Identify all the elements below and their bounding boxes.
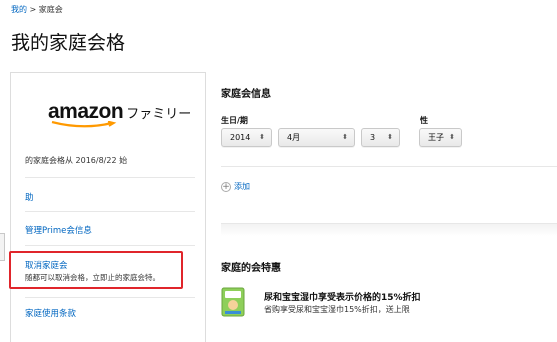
year-select[interactable]: 2014 ⬍ — [221, 128, 272, 147]
sidebar-divider — [25, 297, 195, 298]
gender-value: 王子 — [428, 133, 444, 142]
help-link[interactable]: 助 — [25, 191, 34, 203]
diaper-pack-icon — [221, 287, 245, 317]
section-divider — [221, 166, 557, 167]
side-scroll-handle[interactable] — [0, 233, 5, 261]
prime-info-link[interactable]: 管理Prime会信息 — [25, 224, 92, 236]
plus-icon: + — [221, 181, 231, 192]
breadcrumb-separator: > — [29, 5, 37, 14]
gender-label: 性 — [420, 116, 428, 125]
breadcrumb-current: 家庭会 — [38, 5, 63, 14]
birthday-label: 生日/期 — [221, 116, 248, 125]
add-label: 添加 — [234, 182, 250, 191]
family-info-heading: 家庭会信息 — [221, 89, 271, 100]
cancel-membership-description: 随都可以取消会格，立即止的家庭会特。 — [25, 273, 160, 282]
month-value: 4月 — [287, 133, 301, 142]
updown-arrow-icon: ⬍ — [387, 133, 393, 141]
logo-jp: ファミリー — [126, 107, 192, 122]
benefit-title[interactable]: 尿和宝宝湿巾享受表示价格的15%折扣 — [264, 290, 421, 303]
gender-select[interactable]: 王子 ⬍ — [419, 128, 462, 147]
breadcrumb-parent-link[interactable]: 我的 — [11, 5, 27, 14]
benefit-description: 省购享受尿和宝宝湿巾15%折扣，送上限 — [264, 305, 410, 314]
amazon-family-logo: amazon ファミリー — [48, 100, 192, 128]
logo-smile-icon — [51, 121, 117, 128]
month-select[interactable]: 4月 ⬍ — [278, 128, 355, 147]
sidebar-divider — [25, 211, 195, 212]
member-since-text: 的家庭会格从 2016/8/22 始 — [25, 156, 128, 165]
year-value: 2014 — [230, 133, 251, 142]
logo-word: amazon — [48, 100, 124, 123]
sidebar-divider — [25, 245, 195, 246]
page-title: 我的家庭会格 — [11, 32, 126, 54]
updown-arrow-icon: ⬍ — [449, 133, 455, 141]
updown-arrow-icon: ⬍ — [342, 133, 348, 141]
cancel-membership-link[interactable]: 取消家庭会 — [25, 259, 68, 271]
add-child-button[interactable]: + 添加 — [221, 181, 250, 192]
day-value: 3 — [370, 133, 376, 142]
day-select[interactable]: 3 ⬍ — [361, 128, 400, 147]
benefits-heading: 家庭的会特惠 — [221, 263, 281, 274]
section-shadow — [221, 224, 557, 236]
sidebar-divider — [25, 177, 195, 178]
breadcrumb: 我的 > 家庭会 — [11, 4, 63, 15]
updown-arrow-icon: ⬍ — [259, 133, 265, 141]
terms-link[interactable]: 家庭使用条款 — [25, 307, 76, 319]
membership-sidebar: amazon ファミリー 的家庭会格从 2016/8/22 始 助 管理Prim… — [9, 72, 206, 342]
